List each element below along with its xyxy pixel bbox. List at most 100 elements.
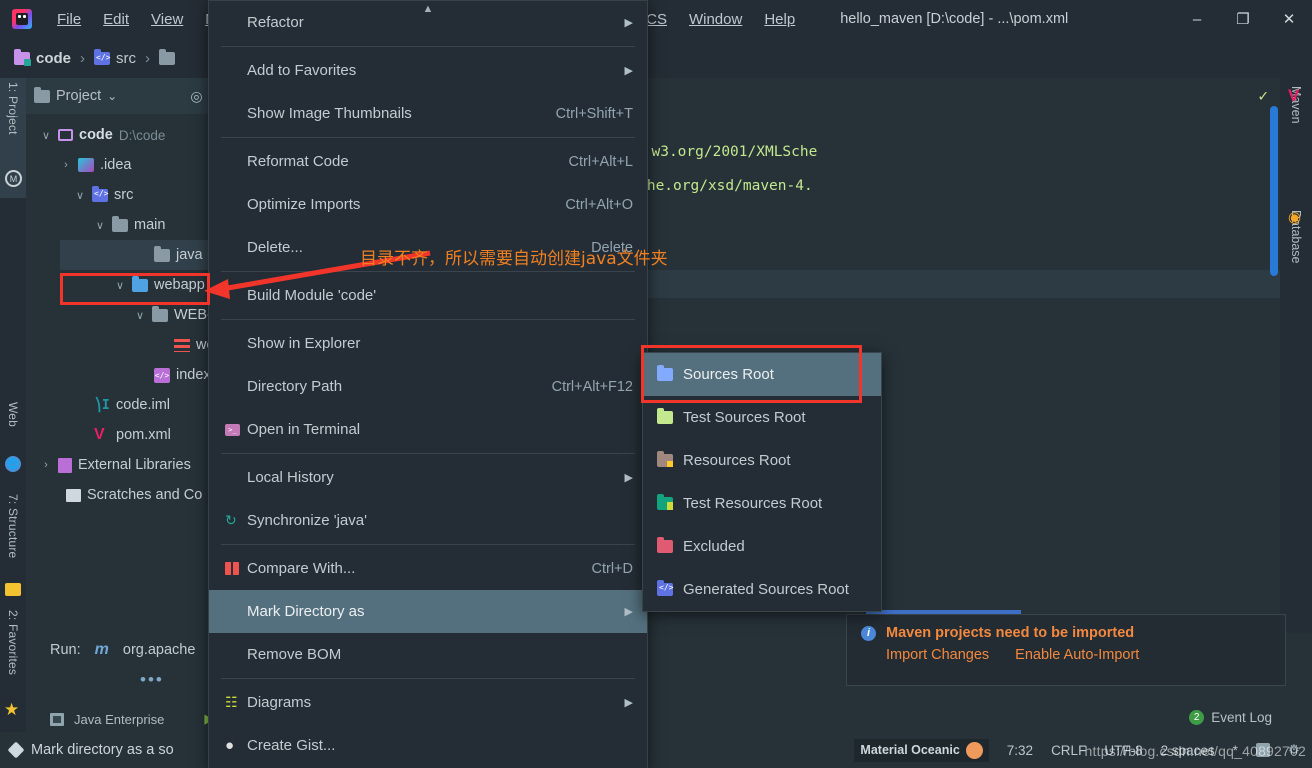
line-separator[interactable]: CRLF bbox=[1051, 743, 1086, 758]
maximize-icon[interactable]: ❐ bbox=[1220, 0, 1266, 38]
menu-item-synchronize[interactable]: ↻ Synchronize 'java' bbox=[209, 499, 647, 542]
scroll-from-source-icon[interactable]: ◎ bbox=[190, 88, 202, 105]
maven-circle-icon: M bbox=[5, 170, 22, 187]
chevron-expanded-icon-main[interactable]: ∨ bbox=[94, 219, 106, 232]
menu-edit[interactable]: Edit bbox=[92, 7, 140, 32]
intellij-logo-icon bbox=[12, 9, 32, 29]
folder-brown-icon bbox=[657, 451, 673, 467]
html-icon: </> bbox=[154, 367, 170, 383]
chevron-expanded-icon[interactable]: ∨ bbox=[40, 129, 52, 142]
close-icon[interactable]: ✕ bbox=[1266, 0, 1312, 38]
left-tool-strip: 1: Project M Web 🌐 7: Structure 2: Favor… bbox=[0, 78, 26, 768]
tree-label-webapp: webapp bbox=[154, 277, 205, 293]
menu-item-local-history[interactable]: Local History ▶ bbox=[209, 456, 647, 499]
tree-label-idea: .idea bbox=[100, 157, 132, 173]
menu-file[interactable]: File bbox=[46, 7, 92, 32]
menu-item-reformat-code[interactable]: Reformat Code Ctrl+Alt+L bbox=[209, 140, 647, 183]
chevron-expanded-icon-src[interactable]: ∨ bbox=[74, 189, 86, 202]
folder-green-icon bbox=[657, 408, 673, 424]
sidebar-item-favorites[interactable]: 2: Favorites bbox=[0, 606, 26, 698]
menu-help[interactable]: Help bbox=[753, 7, 806, 32]
menu-item-show-in-explorer[interactable]: Show in Explorer bbox=[209, 322, 647, 365]
menu-view-label: View bbox=[151, 10, 184, 28]
menu-item-mark-directory-as[interactable]: Mark Directory as ▶ bbox=[209, 590, 647, 633]
menu-item-directory-path[interactable]: Directory Path Ctrl+Alt+F12 bbox=[209, 365, 647, 408]
menu-window[interactable]: Window bbox=[678, 7, 753, 32]
inspection-ok-icon: ✓ bbox=[1258, 86, 1268, 105]
submenu-item-resources-root-label: Resources Root bbox=[683, 452, 791, 469]
ide-window: File Edit View N CS Window Help hello_ma… bbox=[0, 0, 1312, 768]
editor-scrollbar[interactable] bbox=[1270, 106, 1278, 276]
submenu-item-excluded[interactable]: Excluded bbox=[643, 525, 881, 568]
theme-indicator[interactable]: Material Oceanic bbox=[854, 738, 989, 762]
event-log-button[interactable]: 2 Event Log bbox=[1189, 710, 1272, 725]
menu-item-show-image-thumbnails[interactable]: Show Image Thumbnails Ctrl+Shift+T bbox=[209, 92, 647, 135]
star-icon: ★ bbox=[4, 700, 20, 719]
theme-dot-icon bbox=[965, 741, 983, 759]
submenu-item-test-sources-root[interactable]: Test Sources Root bbox=[643, 396, 881, 439]
hint-diamond-icon bbox=[7, 741, 25, 759]
event-log-label: Event Log bbox=[1211, 710, 1272, 725]
submenu-item-generated-sources-root[interactable]: </> Generated Sources Root bbox=[643, 568, 881, 611]
menu-item-show-in-explorer-label: Show in Explorer bbox=[247, 335, 361, 352]
caret-position[interactable]: 7:32 bbox=[1007, 743, 1033, 758]
menu-item-compare-with[interactable]: Compare With... Ctrl+D bbox=[209, 547, 647, 590]
submenu-item-resources-root[interactable]: Resources Root bbox=[643, 439, 881, 482]
menu-item-compare-with-label: Compare With... bbox=[247, 560, 356, 577]
iml-icon: ⎞I bbox=[94, 397, 110, 413]
folder-grey-icon-webinf bbox=[152, 305, 168, 322]
context-menu: ▲ Refactor ▶ Add to Favorites ▶ Show Ima… bbox=[208, 0, 648, 768]
tab-java-enterprise[interactable]: Java Enterprise bbox=[74, 712, 164, 727]
menu-item-create-gist[interactable]: ● Create Gist... bbox=[209, 724, 647, 767]
menu-item-add-to-favorites-label: Add to Favorites bbox=[247, 62, 357, 79]
menu-item-optimize-imports[interactable]: Optimize Imports Ctrl+Alt+O bbox=[209, 183, 647, 226]
breadcrumb-item-code[interactable]: code bbox=[36, 50, 71, 67]
menu-item-mark-directory-as-label: Mark Directory as bbox=[247, 603, 365, 620]
folder-icon-main bbox=[159, 48, 176, 65]
menu-item-directory-path-label: Directory Path bbox=[247, 378, 343, 395]
minimize-icon[interactable]: – bbox=[1174, 0, 1220, 38]
menu-help-label: Help bbox=[764, 10, 796, 28]
navigation-bar: code › </> src › ➚ ADD CONFIGURATION... … bbox=[0, 38, 1312, 109]
folder-teal-icon bbox=[657, 494, 673, 510]
run-config-name[interactable]: org.apache bbox=[123, 642, 196, 658]
run-more-icon[interactable]: ••• bbox=[140, 670, 164, 690]
menu-item-local-history-label: Local History bbox=[247, 469, 334, 486]
enable-auto-import-link[interactable]: Enable Auto-Import bbox=[1015, 647, 1139, 663]
menu-view[interactable]: View bbox=[140, 7, 194, 32]
chevron-collapsed-icon-extlib[interactable]: › bbox=[40, 459, 52, 471]
chevron-down-icon[interactable]: ⌄ bbox=[107, 89, 117, 103]
submenu-item-excluded-label: Excluded bbox=[683, 538, 745, 555]
tree-label-src: src bbox=[114, 187, 134, 203]
menu-item-diagrams[interactable]: ☷ Diagrams ▶ bbox=[209, 681, 647, 724]
import-changes-link[interactable]: Import Changes bbox=[886, 647, 989, 663]
idea-icon bbox=[78, 158, 94, 172]
chevron-expanded-icon-webapp[interactable]: ∨ bbox=[114, 279, 126, 292]
menu-separator-5 bbox=[221, 453, 635, 454]
chevron-collapsed-icon[interactable]: › bbox=[60, 159, 72, 171]
src-icon: </> bbox=[94, 48, 110, 65]
status-right-group: Material Oceanic 7:32 CRLF UTF-8 2 space… bbox=[854, 738, 1312, 762]
sidebar-item-structure[interactable]: 7: Structure bbox=[0, 490, 26, 580]
breadcrumb: code › </> src › bbox=[14, 48, 176, 67]
breadcrumb-separator: › bbox=[80, 49, 86, 67]
status-hint-text: Mark directory as a so bbox=[31, 742, 174, 758]
breadcrumb-item-src[interactable]: src bbox=[116, 50, 136, 67]
terminal-icon-menu: >_ bbox=[225, 423, 247, 436]
sync-icon: ↻ bbox=[225, 512, 237, 528]
menu-item-directory-path-accel: Ctrl+Alt+F12 bbox=[551, 378, 633, 395]
tree-label-code: code bbox=[79, 127, 113, 143]
submenu-item-test-resources-root[interactable]: Test Resources Root bbox=[643, 482, 881, 525]
submenu-item-sources-root[interactable]: Sources Root bbox=[643, 353, 881, 396]
menu-item-compare-with-accel: Ctrl+D bbox=[591, 560, 634, 577]
event-log-badge: 2 bbox=[1189, 710, 1205, 725]
menu-item-remove-bom[interactable]: Remove BOM bbox=[209, 633, 647, 676]
folder-blue-icon bbox=[657, 365, 673, 381]
xml-red-icon bbox=[174, 338, 190, 352]
menu-item-open-in-terminal[interactable]: >_ Open in Terminal bbox=[209, 408, 647, 451]
menu-item-show-image-thumbnails-label: Show Image Thumbnails bbox=[247, 105, 412, 122]
sidebar-item-web[interactable]: Web bbox=[0, 398, 26, 453]
chevron-expanded-icon-webinf[interactable]: ∨ bbox=[134, 309, 146, 322]
menu-item-add-to-favorites[interactable]: Add to Favorites ▶ bbox=[209, 49, 647, 92]
menu-separator-6 bbox=[221, 544, 635, 545]
